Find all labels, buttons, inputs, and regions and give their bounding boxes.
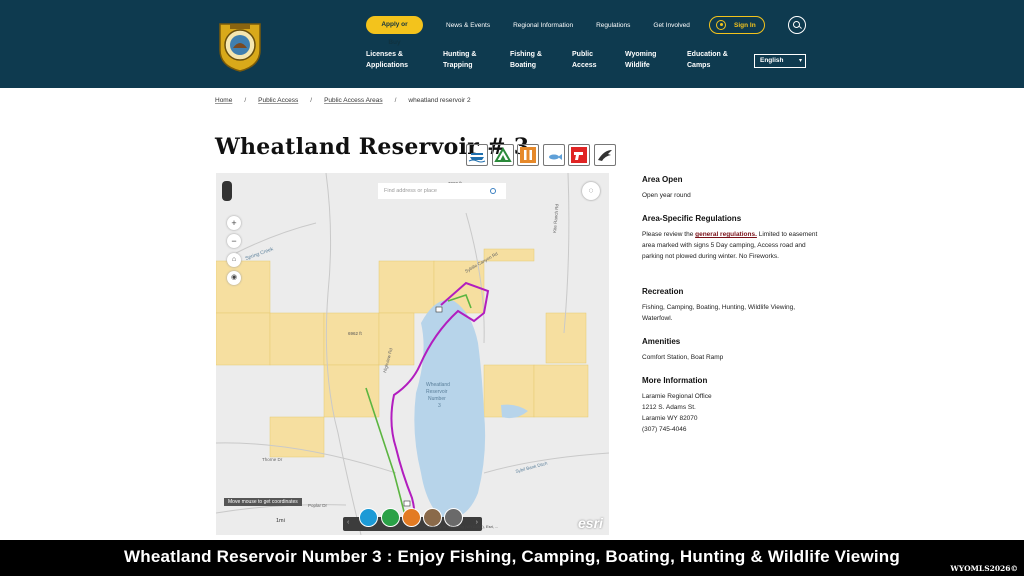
- recreation-heading: Recreation: [642, 287, 684, 296]
- area-open-section: Area Open Open year round: [642, 175, 822, 201]
- nav-education-camps[interactable]: Education & Camps: [687, 49, 747, 71]
- amenities-heading: Amenities: [642, 337, 681, 346]
- breadcrumb-separator: /: [244, 97, 247, 104]
- office-name: Laramie Regional Office: [642, 393, 712, 400]
- language-select[interactable]: English: [754, 54, 806, 68]
- apply-or-buy-button[interactable]: Apply or Buy: [366, 16, 423, 46]
- breadcrumb: Home / Public Access / Public Access Are…: [215, 97, 471, 104]
- chevron-left-icon[interactable]: ‹: [347, 519, 349, 526]
- breadcrumb-public-access-areas[interactable]: Public Access Areas: [324, 97, 383, 104]
- utility-nav: Apply or Buy News & Events Regional Info…: [366, 16, 690, 46]
- breadcrumb-separator: /: [310, 97, 313, 104]
- main-nav: Licenses & Applications Hunting & Trappi…: [366, 49, 747, 71]
- more-information-section: More Information Laramie Regional Office…: [642, 376, 822, 435]
- breadcrumb-public-access[interactable]: Public Access: [258, 97, 298, 104]
- fishing-icon: [542, 144, 565, 166]
- info-icon[interactable]: [359, 508, 378, 527]
- elevation-label: 6962 ft: [348, 331, 363, 336]
- home-icon[interactable]: ⌂: [227, 253, 241, 267]
- hide-layers-icon[interactable]: ◌: [582, 182, 600, 200]
- map-canvas[interactable]: Wheatland Reservoir Number 3 Spring Creek 6…: [216, 173, 609, 535]
- site-header: Apply or Buy News & Events Regional Info…: [0, 0, 1024, 88]
- layers-icon[interactable]: [402, 508, 421, 527]
- news-events-link[interactable]: News & Events: [446, 22, 490, 29]
- search-icon[interactable]: [788, 16, 806, 34]
- page: Apply or Buy News & Events Regional Info…: [0, 0, 1024, 576]
- more-information-heading: More Information: [642, 376, 708, 385]
- wgfd-logo[interactable]: [216, 20, 264, 72]
- camping-icon: [491, 144, 514, 166]
- map-search-input[interactable]: Find address or place: [378, 183, 506, 199]
- breadcrumb-separator: /: [394, 97, 397, 104]
- office-phone[interactable]: (307) 745-4046: [642, 424, 822, 435]
- activity-icons: [466, 144, 620, 166]
- esri-logo: esri: [578, 515, 603, 531]
- get-involved-link[interactable]: Get Involved: [653, 22, 690, 29]
- nav-hunting-trapping[interactable]: Hunting & Trapping: [443, 49, 510, 71]
- nav-fishing-boating[interactable]: Fishing & Boating: [510, 49, 572, 71]
- office-city: Laramie WY 82070: [642, 415, 698, 422]
- general-regulations-link[interactable]: general regulations.: [695, 231, 757, 238]
- watermark: WYOMLS2026©: [950, 564, 1018, 573]
- comfort-station-icon: [517, 144, 540, 166]
- legend-icon[interactable]: [381, 508, 400, 527]
- caption-bar: Wheatland Reservoir Number 3 : Enjoy Fis…: [0, 540, 1024, 576]
- boating-icon: [466, 144, 488, 166]
- road-label: Poplar Dr: [308, 503, 328, 508]
- regional-information-link[interactable]: Regional Information: [513, 22, 573, 29]
- user-icon: [716, 20, 726, 30]
- coordinates-hint: Move mouse to get coordinates: [224, 498, 302, 506]
- nav-wyoming-wildlife[interactable]: Wyoming Wildlife: [625, 49, 687, 71]
- regulations-text: Please review the general regulations. L…: [642, 229, 822, 262]
- regulations-heading: Area-Specific Regulations: [642, 214, 742, 223]
- recreation-section: Recreation Fishing, Camping, Boating, Hu…: [642, 287, 822, 324]
- wildlife-viewing-icon: [593, 144, 616, 166]
- regulations-link[interactable]: Regulations: [596, 22, 630, 29]
- nav-licenses-applications[interactable]: Licenses & Applications: [366, 49, 443, 71]
- regulations-text-start: Please review the: [642, 231, 696, 238]
- search-icon[interactable]: [490, 188, 496, 194]
- breadcrumb-home[interactable]: Home: [215, 97, 232, 104]
- road-label: Thorne Dr: [262, 457, 283, 462]
- regulations-section: Area-Specific Regulations Please review …: [642, 214, 822, 262]
- sign-in-button[interactable]: Sign In: [709, 16, 765, 34]
- scale-bar: 1mi: [276, 518, 285, 524]
- sign-in-label: Sign In: [734, 21, 756, 29]
- hunting-icon: [568, 144, 591, 166]
- nav-public-access[interactable]: Public Access: [572, 49, 625, 71]
- map-panel-handle[interactable]: [222, 181, 232, 201]
- zoom-out-button[interactable]: −: [227, 234, 241, 248]
- amenities-text: Comfort Station, Boat Ramp: [642, 354, 724, 361]
- public-access-map[interactable]: Wheatland Reservoir Number 3 Spring Creek 6…: [216, 173, 609, 535]
- locate-icon[interactable]: ◉: [227, 271, 241, 285]
- area-open-text: Open year round: [642, 192, 691, 199]
- recreation-text: Fishing, Camping, Boating, Hunting, Wild…: [642, 304, 796, 322]
- amenities-section: Amenities Comfort Station, Boat Ramp: [642, 337, 822, 363]
- breadcrumb-current: wheatland reservoir 2: [408, 97, 471, 104]
- caption-text: Wheatland Reservoir Number 3 : Enjoy Fis…: [124, 547, 900, 566]
- zoom-in-button[interactable]: +: [227, 216, 241, 230]
- area-open-heading: Area Open: [642, 175, 683, 184]
- map-attribution: University of Wyoming (WYGISC), Esri, ..…: [424, 524, 499, 529]
- office-street: 1212 S. Adams St.: [642, 404, 696, 411]
